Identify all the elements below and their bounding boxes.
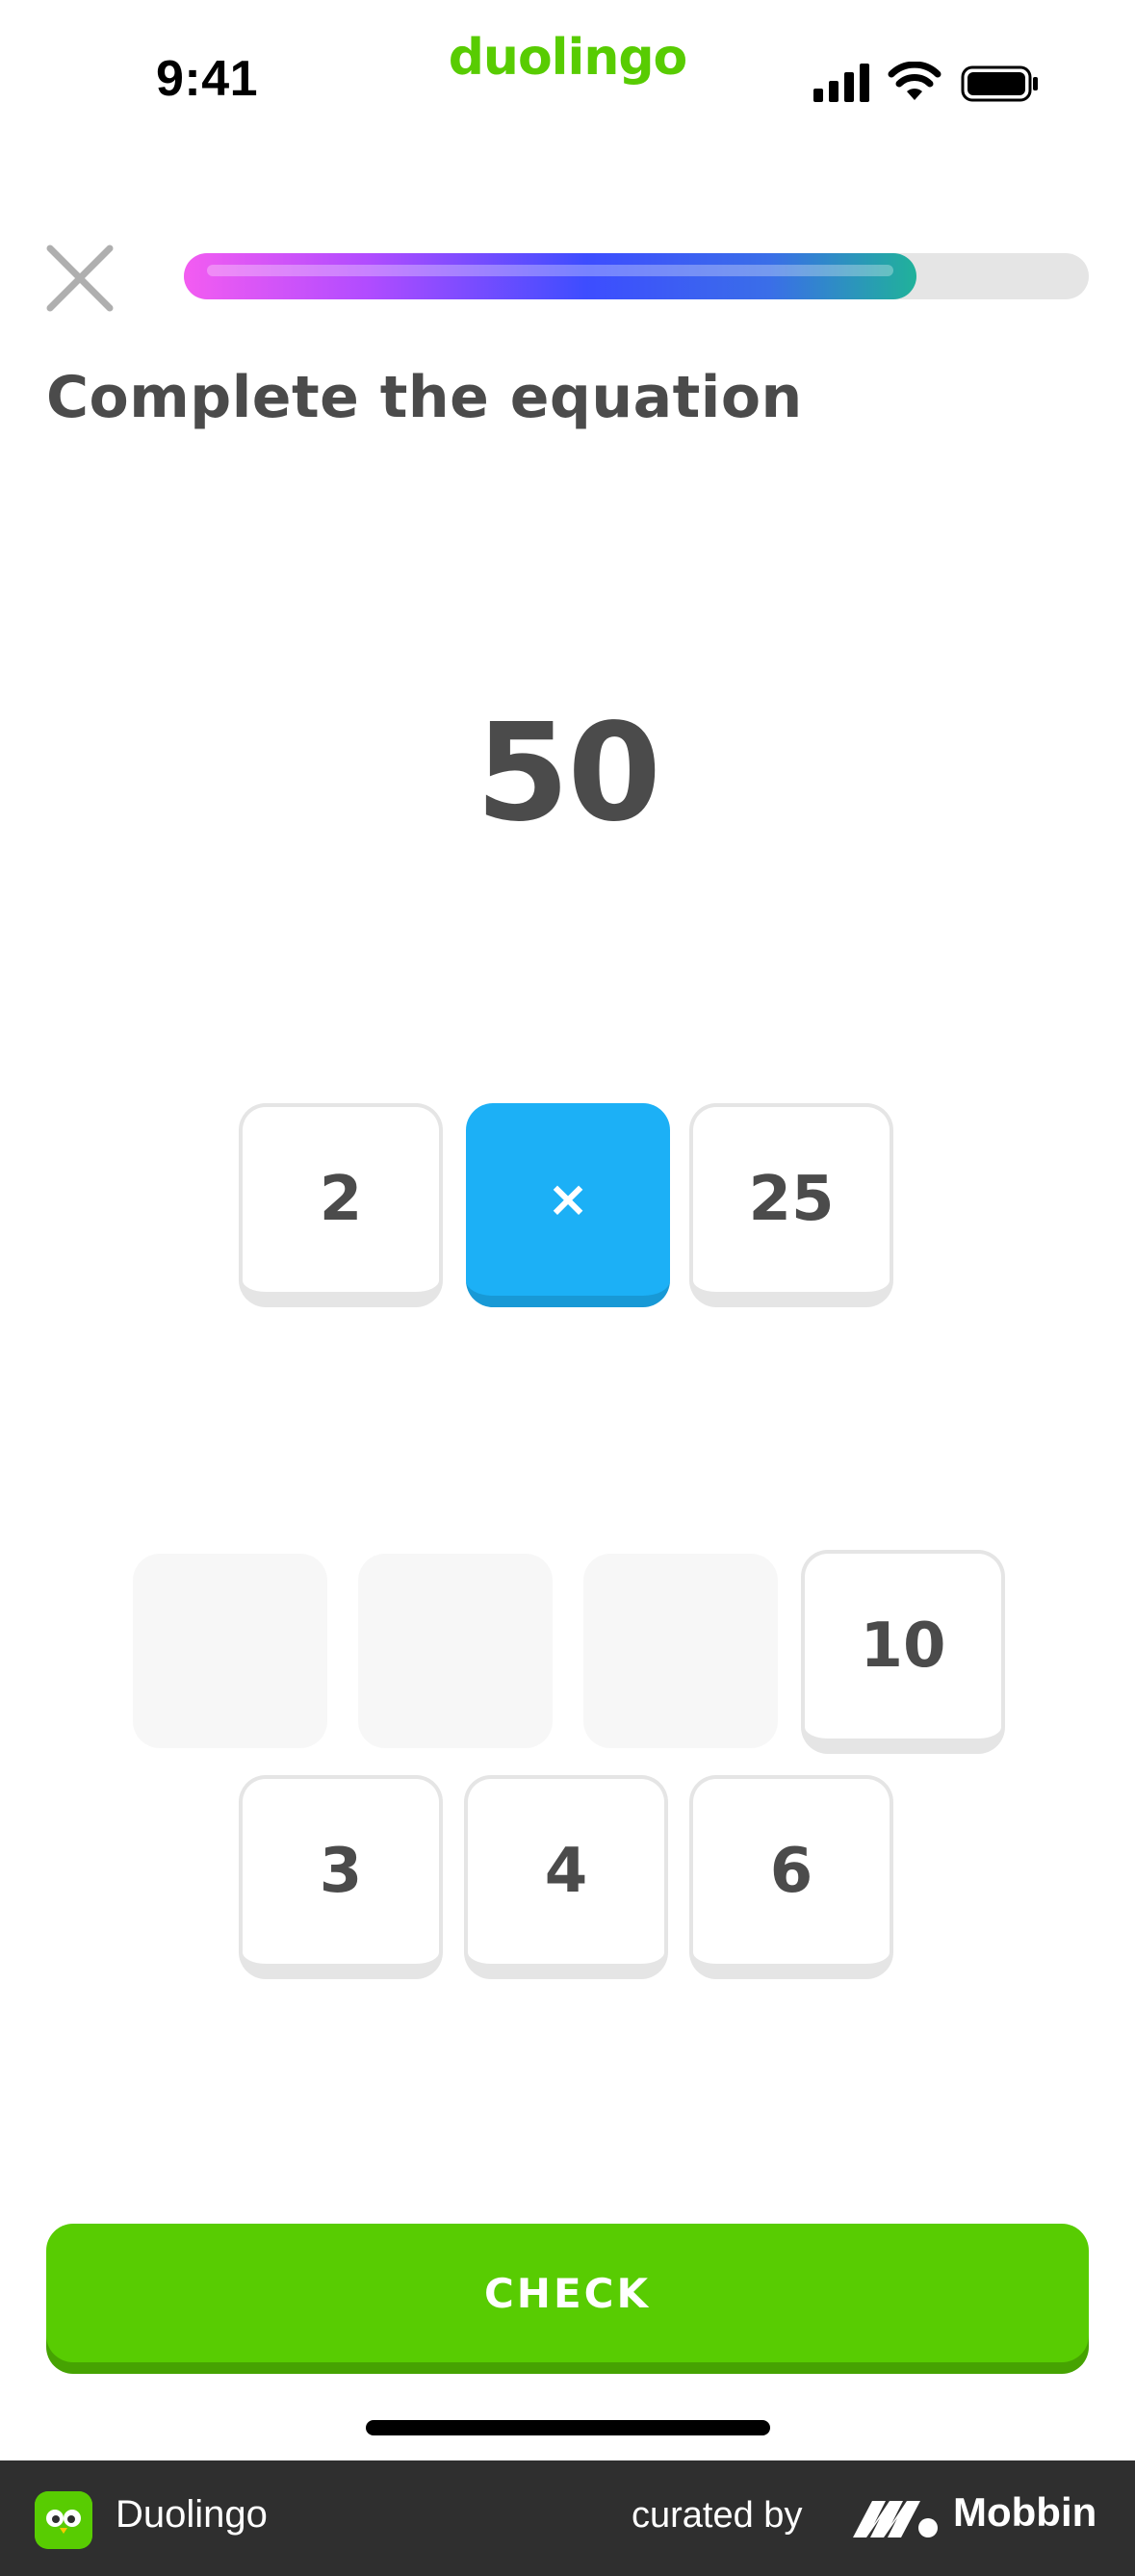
word-bank-empty-slot [133, 1554, 327, 1748]
operator-tile: × [466, 1103, 670, 1307]
footer-app-name: Duolingo [116, 2493, 268, 2536]
word-bank-tile[interactable]: 4 [464, 1775, 668, 1979]
footer-bar: Duolingo curated by Mobbin [0, 2460, 1135, 2576]
word-bank-tile[interactable]: 3 [239, 1775, 443, 1979]
footer-curated-by: curated by [632, 2495, 803, 2536]
word-bank-empty-slot [583, 1554, 778, 1748]
close-icon[interactable] [44, 243, 116, 314]
lesson-progress-fill [184, 253, 916, 299]
check-button[interactable]: CHECK [46, 2224, 1089, 2362]
word-bank-empty-slot [358, 1554, 553, 1748]
word-bank-tile[interactable]: 6 [689, 1775, 893, 1979]
footer-mobbin-wordmark: Mobbin [953, 2489, 1097, 2535]
answer-tile-left[interactable]: 2 [239, 1103, 443, 1307]
mobbin-logo-icon [853, 2501, 938, 2537]
answer-tile-right[interactable]: 25 [689, 1103, 893, 1307]
wifi-icon [888, 62, 942, 100]
battery-icon [961, 65, 1038, 102]
word-bank-tile[interactable]: 10 [801, 1550, 1005, 1754]
progress-shine [207, 265, 893, 276]
cellular-signal-icon [813, 64, 869, 102]
home-indicator [366, 2420, 770, 2435]
exercise-prompt: Complete the equation [46, 364, 803, 431]
duolingo-app-icon [35, 2491, 92, 2549]
target-value: 50 [476, 695, 661, 852]
lesson-progress-bar [184, 253, 1089, 299]
